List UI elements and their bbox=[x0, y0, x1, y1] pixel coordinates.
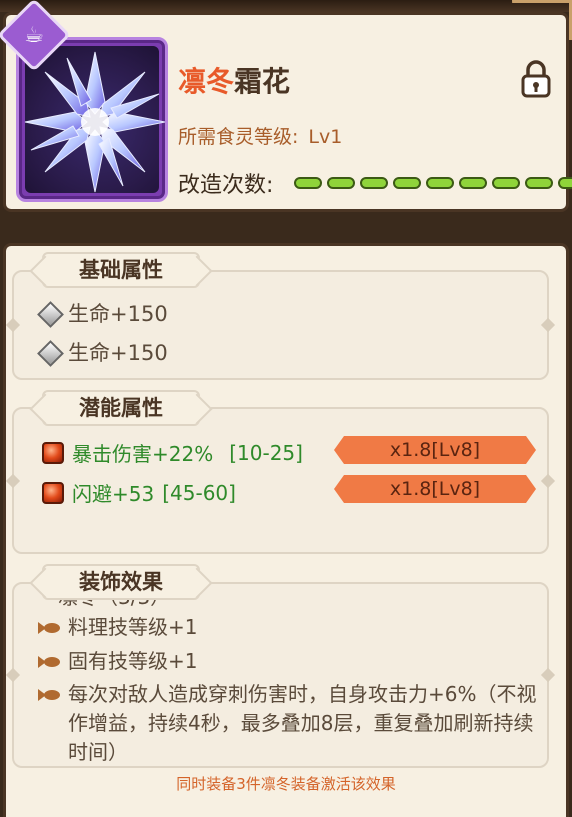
potential-gem-icon bbox=[42, 441, 64, 464]
refine-pip bbox=[426, 177, 454, 189]
potential-stat-row: 闪避+53 [45-60] bbox=[42, 478, 236, 507]
base-stat-row: 生命+150 bbox=[38, 337, 168, 367]
refine-pips bbox=[294, 177, 572, 189]
item-header-card: ☕ 凛冬霜花 所需食灵等级: Lv1 改造次数: bbox=[0, 0, 572, 212]
stat-diamond-icon bbox=[38, 341, 60, 363]
fish-bullet-icon bbox=[38, 621, 62, 635]
refine-pip bbox=[327, 177, 355, 189]
effect-row: 固有技等级+1 bbox=[38, 647, 197, 676]
required-level-value: Lv1 bbox=[308, 126, 343, 148]
effect-text: 每次对敌人造成穿刺伤害时，自身攻击力+6%（不视作增益，持续4秒，最多叠加8层，… bbox=[68, 682, 537, 764]
item-name: 凛冬霜花 bbox=[178, 60, 290, 100]
base-stat-label: 生命+150 bbox=[68, 302, 168, 326]
required-level: 所需食灵等级: Lv1 bbox=[178, 122, 342, 149]
set-bonus-note: 同时装备3件凛冬装备激活该效果 bbox=[176, 775, 396, 793]
refine-pip bbox=[558, 177, 572, 189]
potential-stat-label: 闪避+53 bbox=[72, 482, 155, 506]
base-stat-label: 生命+150 bbox=[68, 341, 168, 365]
refine-pip bbox=[525, 177, 553, 189]
refine-count-label: 改造次数: bbox=[178, 173, 274, 198]
potential-multiplier-banner: x1.8[Lv8] bbox=[334, 436, 536, 464]
item-name-main: 霜花 bbox=[234, 65, 291, 98]
fish-bullet-icon bbox=[38, 655, 62, 669]
potential-stat-row: 暴击伤害+22% [10-25] bbox=[42, 438, 303, 467]
refine-pip bbox=[294, 177, 322, 189]
stat-diamond-icon bbox=[38, 302, 60, 324]
top-ornament bbox=[0, 0, 572, 40]
effect-text: 料理技等级+1 bbox=[68, 615, 198, 639]
refine-pip bbox=[360, 177, 388, 189]
potential-stat-range: [10-25] bbox=[229, 440, 303, 465]
potential-stat-range: [45-60] bbox=[162, 480, 236, 505]
effect-row: 料理技等级+1 bbox=[38, 613, 197, 642]
potential-gem-icon bbox=[42, 481, 64, 504]
refine-pip bbox=[459, 177, 487, 189]
effect-row: 每次对敌人造成穿刺伤害时，自身攻击力+6%（不视作增益，持续4秒，最多叠加8层，… bbox=[38, 680, 538, 767]
refine-pip bbox=[393, 177, 421, 189]
potential-attributes-title: 潜能属性 bbox=[42, 390, 200, 426]
teacup-icon: ☕ bbox=[24, 23, 44, 48]
base-attributes-title: 基础属性 bbox=[42, 252, 200, 288]
lock-icon[interactable] bbox=[520, 59, 552, 99]
fish-bullet-icon bbox=[38, 688, 62, 702]
potential-multiplier-banner: x1.8[Lv8] bbox=[334, 475, 536, 503]
effect-text: 固有技等级+1 bbox=[68, 649, 198, 673]
required-level-label: 所需食灵等级: bbox=[178, 126, 299, 148]
refine-pip bbox=[492, 177, 520, 189]
decor-effects-title: 装饰效果 bbox=[42, 564, 200, 600]
potential-stat-label: 暴击伤害+22% bbox=[72, 442, 214, 466]
base-stat-row: 生命+150 bbox=[38, 298, 168, 328]
item-name-accent: 凛冬 bbox=[178, 65, 235, 98]
